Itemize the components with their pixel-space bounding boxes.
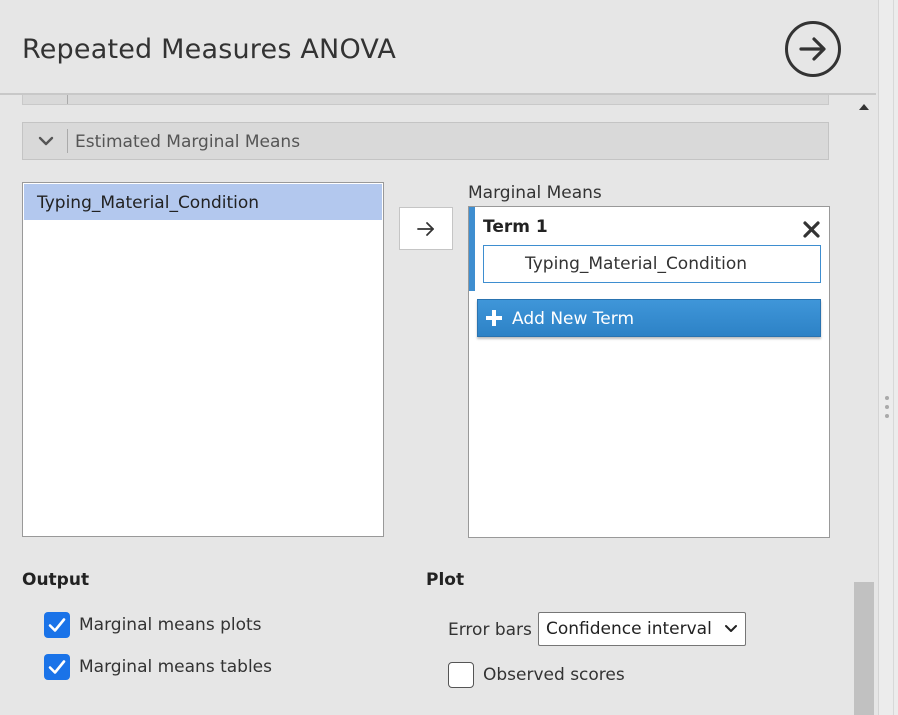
output-heading: Output [22, 570, 90, 590]
error-bars-value: Confidence interval [546, 619, 712, 639]
analysis-panel: Repeated Measures ANOVA Estimated Margin… [0, 0, 878, 715]
chevron-down-icon [38, 136, 54, 146]
term-variable-label: Typing_Material_Condition [525, 254, 748, 274]
add-new-term-button[interactable]: Add New Term [477, 299, 821, 337]
page-title: Repeated Measures ANOVA [22, 34, 397, 65]
marginal-means-label: Marginal Means [468, 183, 602, 203]
run-analysis-button[interactable] [785, 21, 841, 77]
scrollbar-thumb[interactable] [854, 582, 874, 715]
scroll-up-arrow-icon[interactable] [858, 103, 870, 111]
section-divider [67, 95, 68, 104]
plus-icon [486, 310, 502, 326]
resize-grip-icon[interactable] [884, 396, 890, 422]
error-bars-label: Error bars [448, 620, 532, 640]
adjacent-panel-edge [878, 0, 898, 715]
marginal-means-plots-checkbox[interactable]: Marginal means plots [44, 612, 284, 640]
checkmark-icon [48, 660, 66, 674]
term-block: Term 1 Typing_Material_Condition [469, 207, 829, 291]
section-estimated-marginal-means[interactable]: Estimated Marginal Means [22, 122, 829, 160]
marginal-means-list[interactable]: Term 1 Typing_Material_Condition Add New… [468, 206, 830, 538]
checkbox-label: Observed scores [483, 665, 625, 685]
collapsed-section-bar[interactable] [22, 95, 829, 105]
section-divider [67, 129, 68, 153]
chevron-down-icon [725, 625, 737, 632]
arrow-right-icon [417, 222, 434, 236]
checkbox-checked[interactable] [44, 612, 70, 638]
checkbox-unchecked[interactable] [448, 662, 474, 688]
checkbox-checked[interactable] [44, 654, 70, 680]
available-variables-list[interactable]: Typing_Material_Condition [22, 182, 384, 537]
checkbox-label: Marginal means plots [79, 615, 262, 635]
variable-label: Typing_Material_Condition [37, 193, 260, 213]
add-new-term-label: Add New Term [512, 309, 635, 329]
plot-heading: Plot [426, 570, 465, 590]
panel-divider [893, 0, 894, 715]
section-label: Estimated Marginal Means [75, 132, 301, 152]
term-title: Term 1 [483, 217, 548, 237]
checkmark-icon [48, 618, 66, 632]
panel-header: Repeated Measures ANOVA [0, 0, 876, 95]
move-to-marginal-means-button[interactable] [399, 207, 453, 250]
term-variable-field[interactable]: Typing_Material_Condition [483, 245, 821, 283]
observed-scores-checkbox[interactable]: Observed scores [448, 662, 648, 690]
marginal-means-tables-checkbox[interactable]: Marginal means tables [44, 654, 284, 682]
checkbox-label: Marginal means tables [79, 657, 272, 677]
close-icon[interactable] [803, 221, 820, 238]
arrow-right-circle-icon [799, 37, 826, 61]
list-item-variable[interactable]: Typing_Material_Condition [24, 184, 382, 220]
error-bars-select[interactable]: Confidence interval [538, 612, 746, 646]
